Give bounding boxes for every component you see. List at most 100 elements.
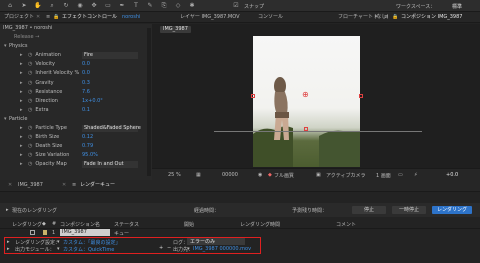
- menu-icon[interactable]: ≡: [384, 12, 388, 23]
- effects-scrollbar[interactable]: [147, 28, 151, 176]
- stopwatch-icon[interactable]: ◷: [28, 125, 32, 131]
- effect-property-value[interactable]: 1x+0.0°: [82, 97, 103, 106]
- dropdown-icon[interactable]: ▾: [57, 246, 60, 252]
- stopwatch-icon[interactable]: ◷: [28, 52, 32, 58]
- timecode[interactable]: 00000: [222, 172, 238, 178]
- label-color-icon[interactable]: [43, 230, 47, 235]
- effect-property-row[interactable]: ▸ ◷ Particle Type Shaded&Faded Sphere: [0, 124, 152, 133]
- stopwatch-icon[interactable]: ◷: [28, 61, 32, 67]
- transform-handle[interactable]: [359, 94, 363, 98]
- collapse-icon[interactable]: ▸: [20, 69, 25, 78]
- collapse-icon[interactable]: ▸: [20, 97, 25, 106]
- fast-preview-icon[interactable]: ⚡: [414, 172, 418, 178]
- stopwatch-icon[interactable]: ◷: [28, 89, 32, 95]
- effect-group-row[interactable]: ▾ Physics: [0, 42, 152, 51]
- stopwatch-icon[interactable]: ◷: [28, 134, 32, 140]
- tab-render-queue[interactable]: レンダーキュー: [80, 180, 115, 191]
- effect-property-value[interactable]: 7.6: [82, 88, 90, 97]
- col-render-time[interactable]: レンダリング時間: [240, 221, 280, 228]
- views-select[interactable]: 1 画面: [376, 172, 391, 179]
- collapse-icon[interactable]: ▸: [20, 124, 25, 133]
- effect-property-value[interactable]: 0.12: [82, 133, 93, 142]
- menu-icon[interactable]: ≡: [46, 12, 50, 23]
- home-icon[interactable]: ⌂: [6, 2, 14, 10]
- log-select[interactable]: エラーのみ: [187, 238, 245, 245]
- effect-property-value[interactable]: 95.0%: [82, 151, 98, 160]
- pause-button[interactable]: 一時停止: [392, 206, 426, 214]
- eraser-tool-icon[interactable]: ◇: [174, 2, 182, 10]
- collapse-icon[interactable]: ▸: [20, 51, 25, 60]
- item-comp-name[interactable]: IMG_3987: [60, 229, 110, 236]
- render-checkbox-icon[interactable]: [30, 230, 35, 235]
- effect-layer-name[interactable]: noroshi: [122, 12, 140, 23]
- close-icon[interactable]: ✕: [62, 180, 66, 191]
- lock-icon[interactable]: 🔒: [53, 12, 59, 23]
- close-icon[interactable]: ✕: [36, 12, 40, 23]
- zoom-select[interactable]: 25 %: [168, 172, 181, 178]
- collapse-icon[interactable]: ▸: [20, 151, 25, 160]
- col-label-icon[interactable]: ◆: [42, 221, 46, 227]
- toggle-icon[interactable]: ▭: [398, 172, 403, 178]
- color-icon[interactable]: ◆: [268, 172, 272, 178]
- zoom-tool-icon[interactable]: ⌕: [48, 2, 56, 10]
- comp-chip[interactable]: IMG_3987: [160, 26, 191, 33]
- effect-property-row[interactable]: ▸ ◷ Inherit Velocity % 0.0: [0, 69, 152, 78]
- tab-project[interactable]: プロジェクト: [4, 12, 34, 23]
- dropdown-icon[interactable]: ▾: [57, 239, 60, 245]
- expand-icon[interactable]: ▸: [7, 246, 10, 252]
- stopwatch-icon[interactable]: ◷: [28, 161, 32, 167]
- effect-property-row[interactable]: ▸ ◷ Birth Size 0.12: [0, 133, 152, 142]
- remove-output-icon[interactable]: −: [167, 245, 171, 251]
- col-comp-name[interactable]: コンポジション名: [60, 221, 100, 228]
- stopwatch-icon[interactable]: ◷: [28, 143, 32, 149]
- output-module-value[interactable]: カスタム：QuickTime: [63, 246, 114, 253]
- collapse-icon[interactable]: ▸: [20, 133, 25, 142]
- exposure-value[interactable]: +0.0: [446, 172, 458, 178]
- stop-button[interactable]: 停止: [352, 206, 386, 214]
- stopwatch-icon[interactable]: ◷: [28, 107, 32, 113]
- tab-console[interactable]: コンソール: [258, 12, 283, 23]
- effect-property-row[interactable]: ▸ ◷ Death Size 0.79: [0, 142, 152, 151]
- effect-property-value[interactable]: 0.3: [82, 79, 90, 88]
- col-number[interactable]: #: [52, 221, 56, 227]
- effect-property-value[interactable]: Fade In and Out: [82, 161, 138, 169]
- pen-tool-icon[interactable]: ✒: [118, 2, 126, 10]
- effect-property-value[interactable]: 0.0: [82, 60, 90, 69]
- collapse-icon[interactable]: ▸: [20, 79, 25, 88]
- lock-icon[interactable]: 🔒: [392, 12, 398, 23]
- brush-tool-icon[interactable]: ✎: [146, 2, 154, 10]
- effect-property-row[interactable]: ▸ ◷ Resistance 7.6: [0, 88, 152, 97]
- output-to-value[interactable]: IMG_3987 000000.mov: [193, 246, 251, 252]
- camera-icon[interactable]: ◉: [258, 172, 262, 178]
- stopwatch-icon[interactable]: ◷: [28, 152, 32, 158]
- effect-property-value[interactable]: Shaded&Faded Sphere: [82, 125, 141, 133]
- stopwatch-icon[interactable]: ◷: [28, 80, 32, 86]
- composition-viewer[interactable]: IMG_3987 ⊕: [152, 24, 480, 168]
- stopwatch-icon[interactable]: ◷: [28, 70, 32, 76]
- transform-handle[interactable]: [304, 127, 308, 131]
- tab-flowchart[interactable]: フローチャート (なし): [338, 12, 388, 23]
- effect-property-row[interactable]: ▸ ◷ Size Variation 95.0%: [0, 151, 152, 160]
- collapse-icon[interactable]: ▸: [20, 60, 25, 69]
- stopwatch-icon[interactable]: ◷: [28, 98, 32, 104]
- render-button[interactable]: レンダリング: [432, 206, 472, 214]
- tab-effect-controls[interactable]: エフェクトコントロール: [62, 12, 117, 23]
- mask-tool-icon[interactable]: ▭: [104, 2, 112, 10]
- rotate-tool-icon[interactable]: ↻: [62, 2, 70, 10]
- col-render[interactable]: レンダリング: [12, 221, 42, 228]
- tab-comp[interactable]: IMG_3987: [18, 180, 43, 191]
- tab-layer[interactable]: レイヤー IMG_3987.MOV: [180, 12, 240, 23]
- effect-property-value[interactable]: Fire: [82, 52, 138, 60]
- workspace-select[interactable]: 標準: [452, 3, 462, 10]
- effect-property-row[interactable]: ▸ ◷ Animation Fire: [0, 51, 152, 60]
- dropdown-icon[interactable]: ▾: [187, 246, 190, 252]
- anchor-point-icon[interactable]: ⊕: [302, 91, 310, 99]
- menu-icon[interactable]: ≡: [72, 180, 76, 191]
- close-icon[interactable]: ✕: [374, 12, 378, 23]
- col-comment[interactable]: コメント: [336, 221, 356, 228]
- snap-checkbox-icon[interactable]: ☑: [232, 2, 240, 10]
- quality-select[interactable]: フル画質: [274, 172, 294, 179]
- snapshot-icon[interactable]: ▦: [196, 172, 201, 178]
- effect-property-row[interactable]: ▸ ◷ Gravity 0.3: [0, 79, 152, 88]
- clone-tool-icon[interactable]: ⎘: [160, 2, 168, 10]
